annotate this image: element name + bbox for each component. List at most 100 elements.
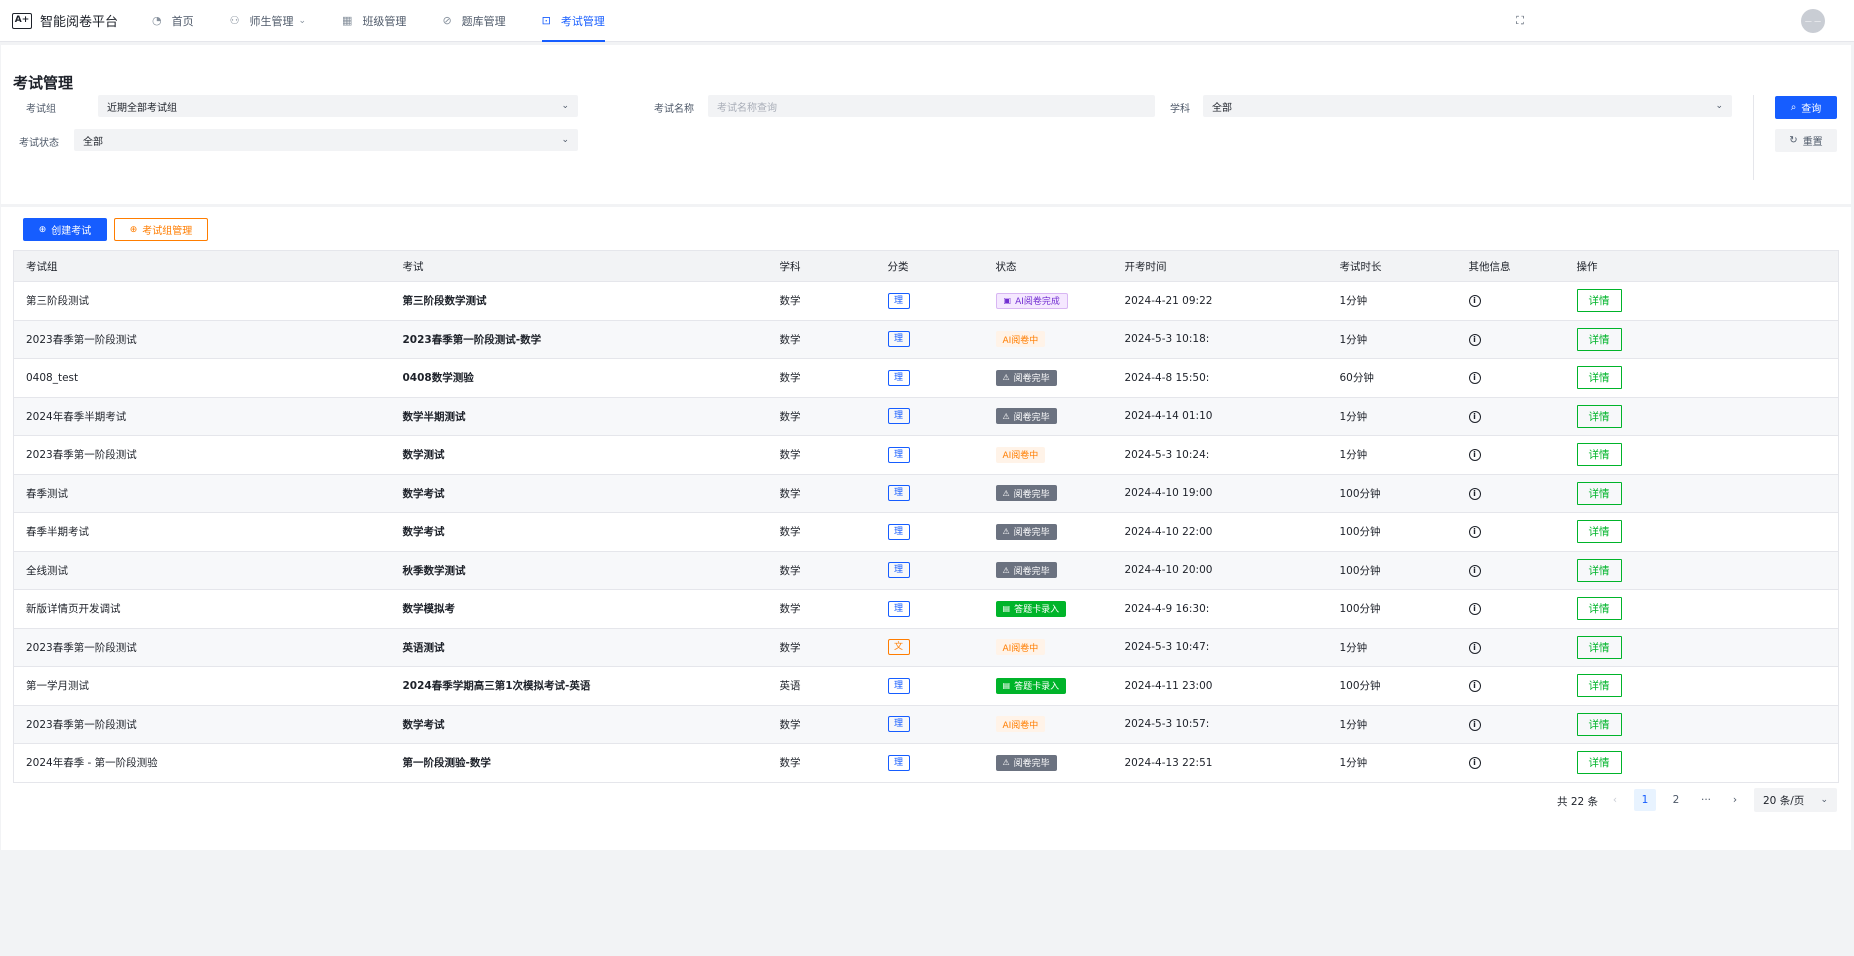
nav-item-label: 题库管理 — [461, 14, 506, 28]
nav-item-label: 考试管理 — [560, 14, 605, 28]
pagination-next[interactable]: › — [1724, 789, 1746, 811]
detail-button[interactable]: 详情 — [1576, 751, 1622, 775]
search-icon: ⌕ — [1790, 102, 1797, 113]
info-icon[interactable]: i — [1468, 718, 1481, 731]
page-size-value: 20 条/页 — [1763, 794, 1805, 807]
app-logo[interactable]: A+ 智能阅卷平台 — [12, 11, 152, 30]
pagination-page-1[interactable]: 1 — [1634, 789, 1656, 811]
cell-status: ⚠ 阅卷完毕 — [983, 396, 1113, 436]
bookmark-icon: ⊡ — [541, 14, 551, 27]
pagination-page-2[interactable]: 2 — [1665, 789, 1687, 811]
cell-actions: 详情 — [1564, 319, 1839, 359]
cell-other-info: i — [1456, 358, 1565, 397]
detail-button[interactable]: 详情 — [1576, 289, 1622, 313]
detail-button[interactable]: 详情 — [1576, 520, 1622, 544]
cell-subject: 数学 — [767, 589, 876, 628]
info-icon[interactable]: i — [1468, 757, 1481, 770]
warning-icon: ⚠ — [1002, 565, 1010, 575]
page-size-select[interactable]: 20 条/页 ⌄ — [1754, 788, 1837, 812]
cell-actions: 详情 — [1564, 358, 1839, 397]
cell-start-time: 2024-5-3 10:47: — [1112, 627, 1328, 667]
exam-group-manage-button[interactable]: ⊕ 考试组管理 — [114, 218, 208, 241]
cell-exam-name: 第一阶段测验-数学 — [390, 743, 768, 782]
cell-subject: 英语 — [767, 666, 876, 705]
info-icon[interactable]: i — [1468, 487, 1481, 500]
nav-item-1[interactable]: ⚇ 师生管理 ⌄ — [230, 0, 306, 42]
detail-button[interactable]: 详情 — [1576, 443, 1622, 467]
info-icon[interactable]: i — [1468, 526, 1481, 539]
detail-button[interactable]: 详情 — [1576, 712, 1622, 736]
detail-button[interactable]: 详情 — [1576, 481, 1622, 505]
exam-group-label: 考试组 — [26, 104, 56, 115]
category-tag: 理 — [887, 600, 910, 617]
nav-item-2[interactable]: ▦ 班级管理 — [342, 0, 406, 42]
cell-category: 理 — [875, 435, 984, 474]
cell-actions: 详情 — [1564, 473, 1839, 513]
cell-subject: 数学 — [767, 358, 876, 397]
query-button[interactable]: ⌕ 查询 — [1775, 96, 1837, 119]
create-exam-button[interactable]: ⊕ 创建考试 — [23, 218, 107, 241]
cell-category: 理 — [875, 666, 984, 705]
detail-button[interactable]: 详情 — [1576, 674, 1622, 698]
cell-duration: 100分钟 — [1327, 550, 1457, 590]
cell-other-info: i — [1456, 435, 1565, 474]
status-label: AI阅卷完成 — [1015, 297, 1060, 308]
exam-status-select[interactable]: 全部 ⌄ — [74, 129, 578, 151]
cell-other-info: i — [1456, 473, 1565, 513]
cell-exam-name: 英语测试 — [390, 627, 768, 667]
chevron-down-icon: ⌄ — [561, 135, 569, 145]
status-badge: ▣ AI阅卷完成 — [995, 292, 1068, 309]
cell-exam-group: 2023春季第一阶段测试 — [13, 319, 391, 359]
detail-button[interactable]: 详情 — [1576, 404, 1622, 428]
exam-name-input[interactable]: 考试名称查询 — [708, 95, 1155, 117]
exam-group-manage-label: 考试组管理 — [142, 226, 193, 237]
cell-duration: 100分钟 — [1327, 512, 1457, 551]
pagination-prev[interactable]: ‹ — [1604, 789, 1626, 811]
cell-start-time: 2024-4-13 22:51 — [1112, 743, 1328, 782]
info-icon[interactable]: i — [1468, 680, 1481, 693]
cell-other-info: i — [1456, 627, 1565, 667]
cell-category: 理 — [875, 743, 984, 782]
status-label: AI阅卷中 — [1002, 451, 1039, 462]
info-icon[interactable]: i — [1468, 333, 1481, 346]
avatar[interactable]: — — — [1801, 9, 1825, 33]
info-icon[interactable]: i — [1468, 410, 1481, 423]
table-body: 第三阶段测试 第三阶段数学测试 数学理 ▣ AI阅卷完成 2024-4-21 09:22 1… — [13, 281, 1839, 782]
reset-button[interactable]: ↻ 重置 — [1775, 129, 1837, 152]
table-row: 2023春季第一阶段测试 数学测试 数学理 AI阅卷中 2024-5-3 10:24: 1… — [13, 435, 1839, 474]
cell-exam-group: 第一学月测试 — [13, 666, 391, 705]
nav-item-3[interactable]: ⊘ 题库管理 — [442, 0, 505, 42]
info-icon[interactable]: i — [1468, 564, 1481, 577]
subject-select[interactable]: 全部 ⌄ — [1203, 95, 1732, 117]
cell-duration: 1分钟 — [1327, 435, 1457, 474]
cell-status: ⚠ 阅卷完毕 — [983, 512, 1113, 551]
cell-actions: 详情 — [1564, 396, 1839, 436]
column-header: 操作 — [1564, 250, 1839, 282]
info-icon[interactable]: i — [1468, 295, 1481, 308]
cell-exam-group: 第三阶段测试 — [13, 281, 391, 320]
info-icon[interactable]: i — [1468, 372, 1481, 385]
exam-group-select[interactable]: 近期全部考试组 ⌄ — [98, 95, 578, 117]
column-header: 开考时间 — [1112, 250, 1328, 282]
info-icon[interactable]: i — [1468, 641, 1481, 654]
table-row: 2023春季第一阶段测试 英语测试 数学文 AI阅卷中 2024-5-3 10:47: 1… — [13, 627, 1839, 667]
detail-button[interactable]: 详情 — [1576, 635, 1622, 659]
info-icon[interactable]: i — [1468, 449, 1481, 462]
refresh-icon: ↻ — [1789, 135, 1798, 146]
nav-item-4[interactable]: ⊡ 考试管理 — [541, 0, 606, 42]
cell-status: ▤ 答题卡录入 — [983, 666, 1113, 705]
cell-duration: 60分钟 — [1327, 358, 1457, 397]
chevron-down-icon: ⌄ — [298, 15, 307, 26]
detail-button[interactable]: 详情 — [1576, 597, 1622, 621]
detail-button[interactable]: 详情 — [1576, 327, 1622, 351]
nav-item-0[interactable]: ◔ 首页 — [152, 0, 194, 42]
detail-button[interactable]: 详情 — [1576, 558, 1622, 582]
pagination-ellipsis[interactable]: ··· — [1695, 789, 1717, 811]
cell-actions: 详情 — [1564, 666, 1839, 705]
robot-icon: ▣ — [1003, 296, 1012, 306]
info-icon[interactable]: i — [1468, 603, 1481, 616]
detail-button[interactable]: 详情 — [1576, 366, 1622, 390]
cell-category: 理 — [875, 281, 984, 320]
cell-category: 理 — [875, 319, 984, 359]
fullscreen-icon[interactable]: ⛶ — [1512, 13, 1528, 29]
